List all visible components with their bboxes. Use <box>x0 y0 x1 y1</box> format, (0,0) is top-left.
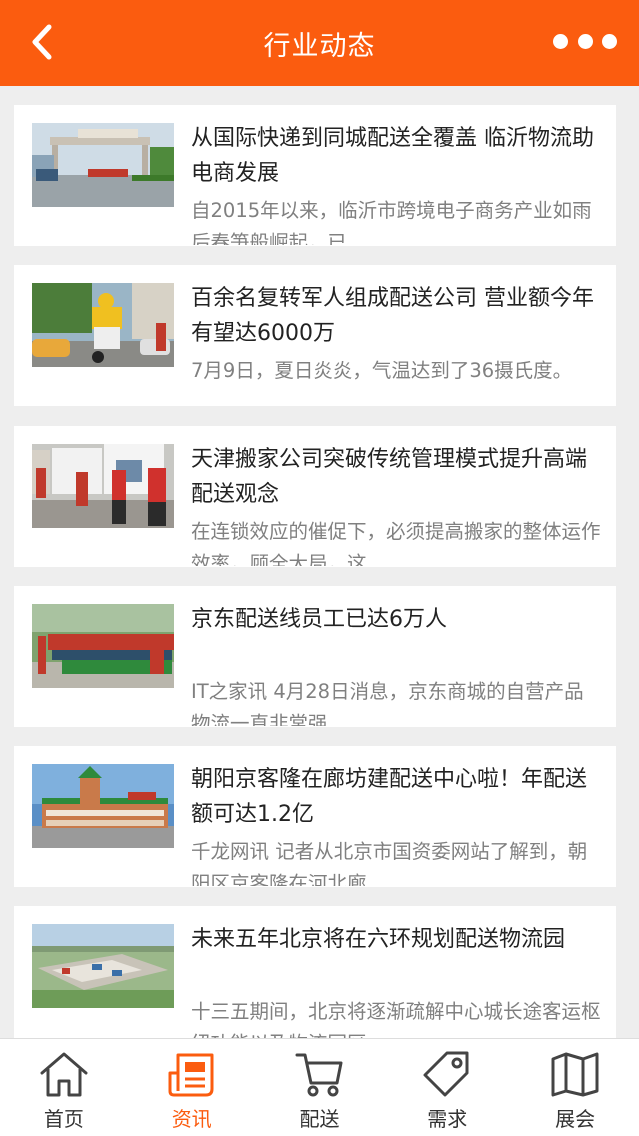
delivery-staff-lineup-photo <box>32 604 174 688</box>
cart-icon <box>295 1053 343 1097</box>
top-app-bar: 行业动态 <box>0 0 639 86</box>
news-icon <box>168 1053 214 1097</box>
news-summary: 7月9日，夏日炎炎，气温达到了36摄氏度。 <box>191 359 573 382</box>
news-summary: IT之家讯 4月28日消息，京东商城的自营产品物流一直非常强 <box>191 680 584 726</box>
news-headline: 未来五年北京将在六环规划配送物流园 <box>191 927 566 952</box>
page-title: 行业动态 <box>263 30 376 62</box>
tab-demand[interactable]: 需求 <box>383 1039 511 1136</box>
chevron-left-icon <box>32 24 52 60</box>
logistics-park-aerial-photo <box>32 924 174 1008</box>
news-item[interactable]: 天津搬家公司突破传统管理模式提升高端配送观念 在连锁效应的催促下，必须提高搬家的… <box>14 426 616 567</box>
movers-with-trucks-photo <box>32 444 174 528</box>
news-item[interactable]: 百余名复转军人组成配送公司 营业额今年有望达6000万 7月9日，夏日炎炎，气温… <box>14 265 616 406</box>
news-summary: 十三五期间，北京将逐渐疏解中心城长途客运枢纽功能以及物流园区 <box>191 1000 601 1038</box>
news-item[interactable]: 从国际快递到同城配送全覆盖 临沂物流助电商发展 自2015年以来，临沂市跨境电子… <box>14 105 616 246</box>
news-item[interactable]: 朝阳京客隆在廊坊建配送中心啦！年配送额可达1.2亿 千龙网讯 记者从北京市国资委… <box>14 746 616 887</box>
more-dot <box>577 33 593 49</box>
bottom-tab-bar: 首页 资讯 配送 需求 展会 <box>0 1038 639 1136</box>
more-dots-icon <box>553 33 568 49</box>
more-dot <box>602 33 617 49</box>
courier-on-scooter-photo <box>32 283 174 367</box>
news-item[interactable]: 京东配送线员工已达6万人 IT之家讯 4月28日消息，京东商城的自营产品物流一直… <box>14 586 616 727</box>
news-headline: 朝阳京客隆在廊坊建配送中心啦！年配送额可达1.2亿 <box>191 767 588 827</box>
logistics-gate-photo <box>32 123 174 207</box>
tag-icon <box>423 1051 469 1097</box>
news-summary: 千龙网讯 记者从北京市国资委网站了解到，朝阳区京客隆在河北廊 <box>191 840 588 886</box>
news-headline: 百余名复转军人组成配送公司 营业额今年有望达6000万 <box>191 286 594 346</box>
tab-exhibition[interactable]: 展会 <box>511 1039 639 1136</box>
news-headline: 从国际快递到同城配送全覆盖 临沂物流助电商发展 <box>191 126 594 186</box>
tab-label: 展会 <box>555 1107 596 1131</box>
news-headline: 天津搬家公司突破传统管理模式提升高端配送观念 <box>191 447 588 507</box>
news-headline: 京东配送线员工已达6万人 <box>191 607 447 632</box>
news-list[interactable]: 从国际快递到同城配送全覆盖 临沂物流助电商发展 自2015年以来，临沂市跨境电子… <box>0 86 639 1038</box>
news-summary: 在连锁效应的催促下，必须提高搬家的整体运作效率，顾全大局，这 <box>191 520 601 566</box>
more-button[interactable] <box>553 24 617 58</box>
tab-label: 首页 <box>43 1107 84 1131</box>
back-button[interactable] <box>22 22 62 62</box>
news-item[interactable]: 未来五年北京将在六环规划配送物流园 十三五期间，北京将逐渐疏解中心城长途客运枢纽… <box>14 906 616 1038</box>
tab-label: 资讯 <box>171 1107 212 1131</box>
tab-home[interactable]: 首页 <box>0 1039 128 1136</box>
tab-delivery[interactable]: 配送 <box>256 1039 384 1136</box>
tab-news[interactable]: 资讯 <box>128 1039 256 1136</box>
home-icon <box>40 1052 88 1097</box>
tab-label: 配送 <box>299 1107 340 1131</box>
map-icon <box>551 1052 599 1097</box>
news-summary: 自2015年以来，临沂市跨境电子商务产业如雨后春笋般崛起，已 <box>191 199 592 245</box>
distribution-center-building-photo <box>32 764 174 848</box>
tab-label: 需求 <box>427 1107 468 1131</box>
